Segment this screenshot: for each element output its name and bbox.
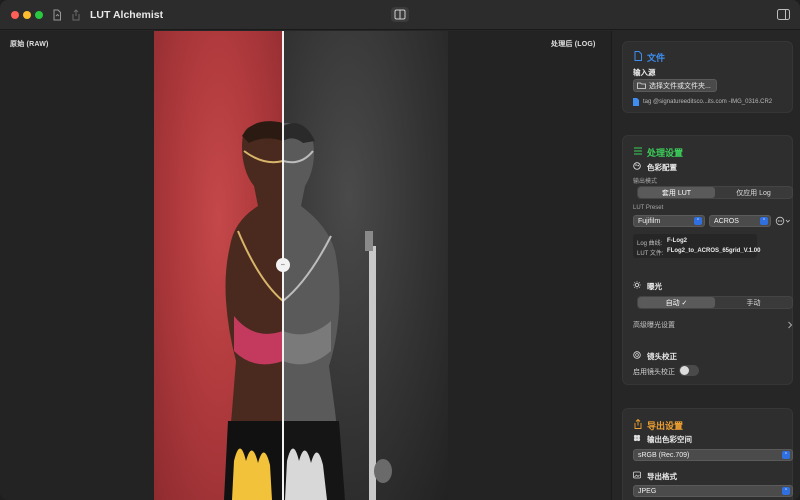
input-source-label: 输入源 bbox=[633, 68, 656, 77]
advanced-exposure-label[interactable]: 高级曝光设置 bbox=[633, 320, 675, 330]
minimize-window-button[interactable] bbox=[23, 11, 31, 19]
share-icon[interactable] bbox=[70, 9, 82, 21]
exposure-manual[interactable]: 手动 bbox=[715, 297, 792, 308]
processed-portrait bbox=[282, 122, 392, 500]
chevron-updown-icon: ⌃ bbox=[694, 217, 702, 225]
raw-file-icon bbox=[633, 98, 639, 106]
chevron-right-icon[interactable] bbox=[787, 321, 793, 329]
file-section-title: 文件 bbox=[647, 53, 666, 63]
original-portrait bbox=[224, 121, 284, 500]
export-icon bbox=[634, 419, 642, 429]
format-select[interactable]: JPEG ⌃ bbox=[633, 485, 793, 497]
lens-correction-toggle[interactable] bbox=[679, 365, 699, 376]
chevron-updown-icon: ⌃ bbox=[782, 451, 790, 459]
lut-preset-label: LUT Preset bbox=[633, 205, 664, 211]
processed-image-half bbox=[282, 31, 448, 500]
comparison-photo[interactable]: ⇔ bbox=[154, 31, 448, 500]
brand-select-value: Fujifilm bbox=[638, 217, 661, 225]
process-section-title: 处理设置 bbox=[647, 148, 684, 158]
lut-file-label: LUT 文件: bbox=[637, 251, 664, 257]
document-icon[interactable] bbox=[51, 9, 63, 21]
image-viewer: 原始 (RAW) 处理后 (LOG) ⇔ bbox=[0, 31, 611, 500]
chevron-updown-icon: ⌃ bbox=[760, 217, 768, 225]
split-view-toggle-button[interactable] bbox=[391, 7, 409, 22]
app-title: LUT Alchemist bbox=[90, 9, 164, 21]
log-curve-label: Log 曲线: bbox=[637, 241, 663, 247]
choose-file-label: 选择文件或文件夹... bbox=[649, 82, 711, 90]
settings-sidebar: 文件 输入源 选择文件或文件夹... tag @signatureeditsco… bbox=[611, 31, 800, 500]
processed-label: 处理后 (LOG) bbox=[551, 41, 596, 48]
aperture-icon bbox=[633, 351, 641, 359]
split-view-icon bbox=[394, 9, 406, 20]
lut-file-value: FLog2_to_ACROS_65grid_V.1.00 bbox=[667, 248, 761, 254]
style-select-value: ACROS bbox=[714, 217, 739, 225]
lens-toggle-label: 启用镜头校正 bbox=[633, 369, 675, 376]
split-handle[interactable]: ⇔ bbox=[276, 258, 290, 272]
format-label: 导出格式 bbox=[647, 472, 677, 481]
photo-format-icon bbox=[633, 471, 641, 479]
style-select[interactable]: ACROS ⌃ bbox=[709, 215, 771, 227]
original-label: 原始 (RAW) bbox=[10, 41, 49, 48]
sun-icon bbox=[633, 281, 641, 289]
zoom-window-button[interactable] bbox=[35, 11, 43, 19]
export-card: 导出设置 输出色彩空间 sRGB (Rec.709) ⌃ 导出格式 JPEG ⌃ bbox=[622, 408, 793, 500]
color-space-value: sRGB (Rec.709) bbox=[638, 451, 690, 459]
color-space-icon bbox=[633, 434, 641, 442]
list-icon bbox=[634, 147, 642, 155]
output-mode-label: 输出模式 bbox=[633, 179, 658, 185]
exposure-auto[interactable]: 自动 ✓ bbox=[638, 297, 715, 308]
app-window: LUT Alchemist 原始 (RAW) 处理后 (LOG) ⇔ 文件 输入… bbox=[0, 0, 800, 500]
output-mode-apply-lut[interactable]: 套用 LUT bbox=[638, 187, 715, 198]
selected-file-name: tag @signatureeditsco...its.com -IMG_031… bbox=[643, 99, 773, 105]
title-bar: LUT Alchemist bbox=[0, 0, 800, 30]
choose-file-button[interactable]: 选择文件或文件夹... bbox=[633, 79, 717, 92]
output-mode-segmented[interactable]: 套用 LUT 仅应用 Log bbox=[637, 186, 793, 199]
format-value: JPEG bbox=[638, 487, 657, 495]
original-image-half bbox=[154, 31, 284, 500]
export-section-title: 导出设置 bbox=[647, 421, 684, 431]
lut-info-box: Log 曲线: F-Log2 LUT 文件: FLog2_to_ACROS_65… bbox=[633, 234, 761, 258]
sidebar-toggle-icon[interactable] bbox=[777, 9, 790, 20]
chevron-updown-icon: ⌃ bbox=[782, 487, 790, 495]
file-icon bbox=[634, 51, 642, 61]
toggle-knob bbox=[680, 366, 689, 375]
exposure-label: 曝光 bbox=[647, 282, 662, 291]
log-curve-value: F-Log2 bbox=[667, 238, 687, 244]
exposure-segmented[interactable]: 自动 ✓ 手动 bbox=[637, 296, 793, 309]
lens-correction-label: 镜头校正 bbox=[647, 352, 677, 361]
folder-icon bbox=[637, 82, 646, 89]
color-space-select[interactable]: sRGB (Rec.709) ⌃ bbox=[633, 449, 793, 461]
brand-select[interactable]: Fujifilm ⌃ bbox=[633, 215, 705, 227]
file-card: 文件 输入源 选择文件或文件夹... tag @signatureeditsco… bbox=[622, 41, 793, 113]
palette-icon bbox=[633, 162, 641, 170]
color-space-label: 输出色彩空间 bbox=[647, 435, 692, 444]
process-card: 处理设置 色彩配置 输出模式 套用 LUT 仅应用 Log LUT Preset… bbox=[622, 135, 793, 385]
more-options-icon[interactable] bbox=[775, 216, 791, 226]
output-mode-log-only[interactable]: 仅应用 Log bbox=[715, 187, 792, 198]
close-window-button[interactable] bbox=[11, 11, 19, 19]
color-config-label: 色彩配置 bbox=[647, 163, 677, 172]
